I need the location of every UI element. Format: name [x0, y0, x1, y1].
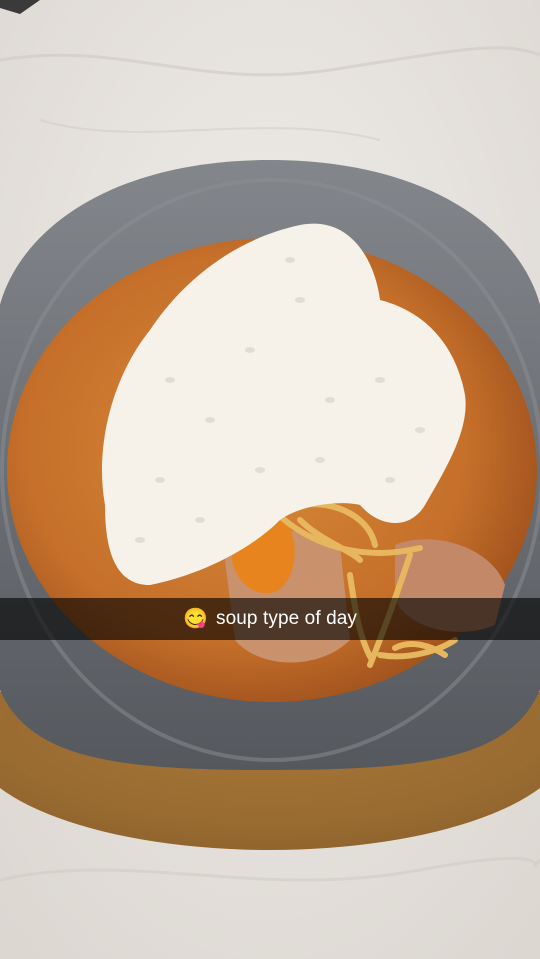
soup-photo — [0, 0, 540, 959]
yum-emoji-icon: 😋 — [182, 608, 208, 630]
caption-bar: 😋 soup type of day — [0, 598, 540, 640]
caption-text: soup type of day — [215, 608, 358, 629]
